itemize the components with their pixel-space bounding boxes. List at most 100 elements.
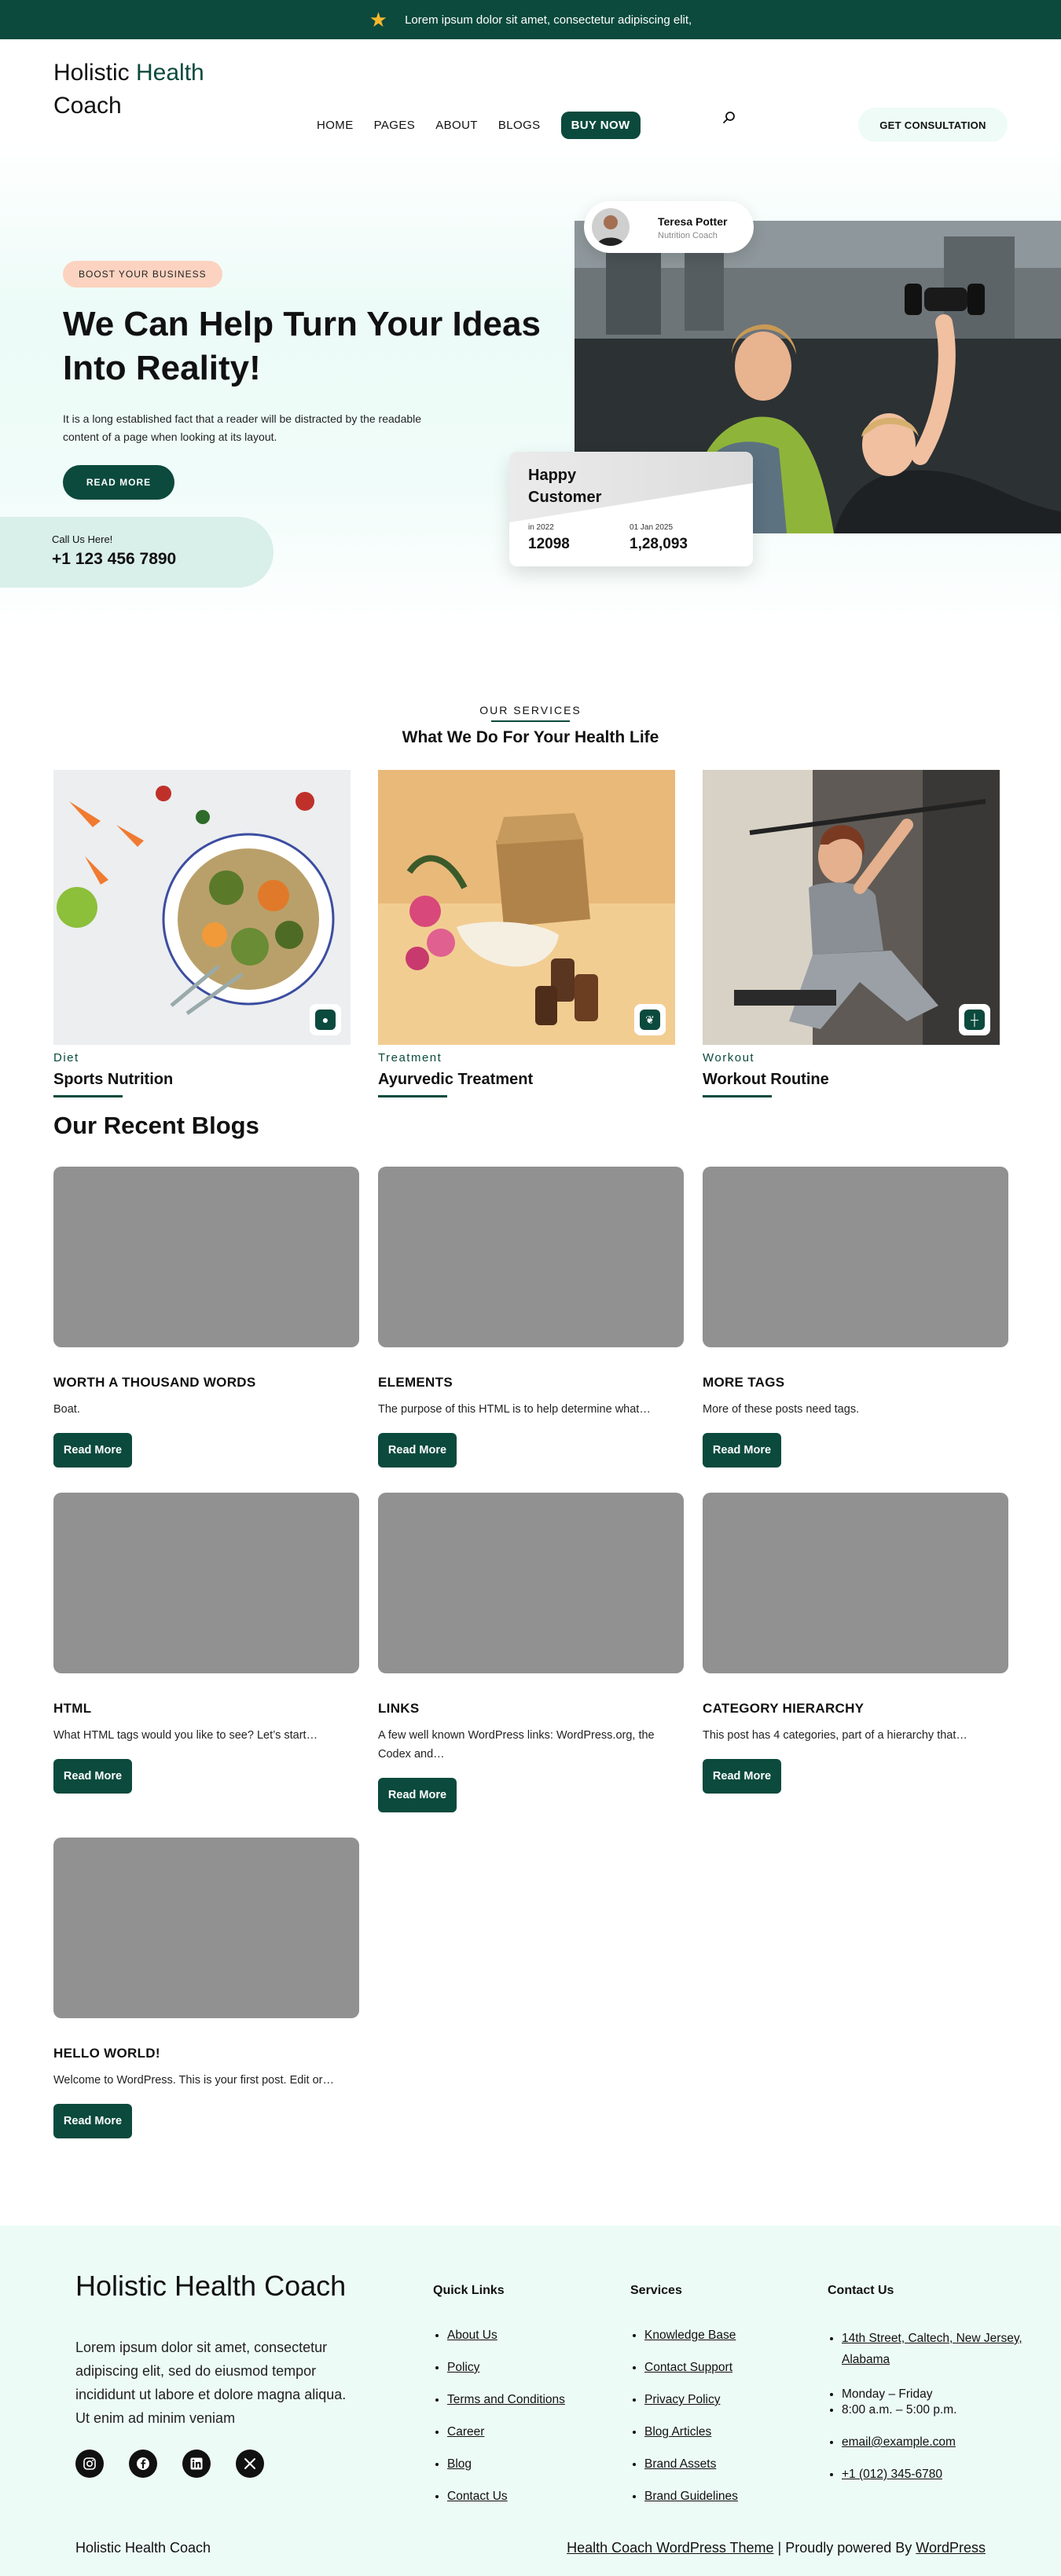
call-phone[interactable]: +1 123 456 7890 — [52, 550, 176, 569]
footer-site-name[interactable]: Holistic Health Coach — [75, 2540, 211, 2556]
blog-thumbnail[interactable] — [703, 1493, 1008, 1673]
footer-services: Services Knowledge Base Contact Support … — [630, 2284, 738, 2521]
blog-excerpt: A few well known WordPress links: WordPr… — [378, 1729, 655, 1761]
footer-link-knowledge-base[interactable]: Knowledge Base — [644, 2329, 736, 2342]
social-links — [75, 2450, 264, 2478]
footer-link-blog-articles[interactable]: Blog Articles — [644, 2425, 711, 2439]
avatar — [592, 208, 630, 246]
stat-label-2025: 01 Jan 2025 — [630, 523, 674, 532]
read-more-button[interactable]: Read More — [53, 1759, 132, 1794]
blog-card[interactable]: LINKS A few well known WordPress links: … — [378, 1493, 684, 1812]
x-icon[interactable] — [236, 2450, 264, 2478]
list-item: Career — [447, 2424, 565, 2440]
blog-excerpt: Welcome to WordPress. This is your first… — [53, 2074, 334, 2087]
theme-credit-link[interactable]: Health Coach WordPress Theme — [567, 2540, 773, 2556]
get-consultation-button[interactable]: GET CONSULTATION — [858, 108, 1008, 142]
footer-heading: Contact Us — [828, 2284, 894, 2297]
footer-logo[interactable]: Holistic Health Coach — [75, 2270, 346, 2303]
nav-item-pages[interactable]: PAGES — [374, 119, 416, 132]
stat-label-2022: in 2022 — [528, 523, 554, 532]
footer-link-career[interactable]: Career — [447, 2425, 484, 2439]
blog-thumbnail[interactable] — [53, 1167, 359, 1347]
blog-thumbnail[interactable] — [703, 1167, 1008, 1347]
footer-link-brand-assets[interactable]: Brand Assets — [644, 2457, 716, 2471]
footer-link-terms[interactable]: Terms and Conditions — [447, 2393, 565, 2406]
site-header: Holistic Health Coach HOME PAGES ABOUT B… — [0, 39, 1061, 142]
footer-heading: Quick Links — [433, 2284, 505, 2297]
services-section: OUR SERVICES What We Do For Your Health … — [0, 628, 1061, 1116]
service-underline — [378, 1095, 447, 1097]
logo-text-accent: Health — [136, 60, 204, 86]
footer-link-policy[interactable]: Policy — [447, 2361, 479, 2374]
list-item: Blog — [447, 2457, 565, 2472]
nav-item-blogs[interactable]: BLOGS — [498, 119, 541, 132]
main-nav: HOME PAGES ABOUT BLOGS BUY NOW — [317, 112, 641, 139]
blog-title[interactable]: CATEGORY HIERARCHY — [703, 1701, 1008, 1717]
happy-customer-card: Happy Customer in 2022 12098 01 Jan 2025… — [509, 452, 753, 566]
footer-contact: Contact Us 14th Street, Caltech, New Jer… — [828, 2284, 1024, 2499]
service-image-nutrition: ● — [53, 770, 351, 1045]
buy-now-button[interactable]: BUY NOW — [560, 112, 641, 139]
blog-thumbnail[interactable] — [53, 1493, 359, 1673]
list-item: Brand Assets — [644, 2457, 738, 2472]
read-more-button[interactable]: Read More — [53, 2104, 132, 2138]
footer-link-contact-support[interactable]: Contact Support — [644, 2361, 732, 2374]
happy-customer-title: Happy Customer — [528, 467, 602, 506]
footer-link-about-us[interactable]: About Us — [447, 2329, 497, 2342]
blog-thumbnail[interactable] — [53, 1838, 359, 2018]
footer-phone-link[interactable]: +1 (012) 345-6780 — [842, 2468, 942, 2481]
blog-card[interactable]: ELEMENTS The purpose of this HTML is to … — [378, 1167, 684, 1468]
blog-title[interactable]: LINKS — [378, 1701, 684, 1717]
blog-card[interactable]: HTML What HTML tags would you like to se… — [53, 1493, 359, 1794]
logo-text-part2: Coach — [53, 93, 122, 119]
facebook-icon[interactable] — [129, 2450, 157, 2478]
site-logo[interactable]: Holistic Health Coach — [53, 57, 204, 123]
blog-thumbnail[interactable] — [378, 1167, 684, 1347]
footer-address-link[interactable]: 14th Street, Caltech, New Jersey, Alabam… — [842, 2332, 1022, 2366]
blog-card[interactable]: MORE TAGS More of these posts need tags.… — [703, 1167, 1008, 1468]
coach-profile-card[interactable]: Teresa Potter Nutrition Coach — [584, 201, 754, 253]
wordpress-link[interactable]: WordPress — [916, 2540, 986, 2556]
services-kicker: OUR SERVICES — [479, 704, 582, 716]
service-card-workout[interactable]: ┼ Workout Workout Routine — [703, 770, 1000, 1097]
blog-card[interactable]: WORTH A THOUSAND WORDS Boat. Read More — [53, 1167, 359, 1468]
hero-section: BOOST YOUR BUSINESS We Can Help Turn You… — [0, 141, 1061, 628]
apple-icon: ● — [310, 1004, 341, 1035]
blog-thumbnail[interactable] — [378, 1493, 684, 1673]
list-item: Monday – Friday — [842, 2387, 1024, 2402]
hero-text: It is a long established fact that a rea… — [63, 412, 422, 443]
footer-link-contact-us[interactable]: Contact Us — [447, 2490, 508, 2503]
services-kicker-underline — [491, 720, 570, 722]
blog-title[interactable]: MORE TAGS — [703, 1375, 1008, 1391]
read-more-button[interactable]: Read More — [378, 1778, 457, 1812]
linkedin-icon[interactable] — [182, 2450, 211, 2478]
search-icon[interactable] — [722, 111, 736, 125]
blog-card[interactable]: CATEGORY HIERARCHY This post has 4 categ… — [703, 1493, 1008, 1794]
blog-title[interactable]: HELLO WORLD! — [53, 2046, 359, 2061]
footer-email-link[interactable]: email@example.com — [842, 2435, 956, 2449]
read-more-button[interactable]: Read More — [53, 1433, 132, 1468]
read-more-button[interactable]: Read More — [703, 1433, 781, 1468]
read-more-button[interactable]: Read More — [703, 1759, 781, 1794]
read-more-button[interactable]: Read More — [378, 1433, 457, 1468]
footer-hours-time: 8:00 a.m. – 5:00 p.m. — [842, 2403, 957, 2417]
nav-item-about[interactable]: ABOUT — [435, 119, 478, 132]
dumbbell-icon: ┼ — [959, 1004, 990, 1035]
blog-title[interactable]: WORTH A THOUSAND WORDS — [53, 1375, 359, 1391]
coach-name: Teresa Potter — [658, 215, 728, 228]
blog-title[interactable]: HTML — [53, 1701, 359, 1717]
service-name: Workout Routine — [703, 1071, 829, 1088]
hero-read-more-button[interactable]: READ MORE — [63, 465, 174, 500]
list-item: Privacy Policy — [644, 2392, 738, 2408]
instagram-icon[interactable] — [75, 2450, 104, 2478]
nav-item-home[interactable]: HOME — [317, 119, 354, 132]
list-item: Terms and Conditions — [447, 2392, 565, 2408]
service-card-ayurvedic[interactable]: ❦ Treatment Ayurvedic Treatment — [378, 770, 675, 1097]
footer-link-blog[interactable]: Blog — [447, 2457, 472, 2471]
footer-link-privacy-policy[interactable]: Privacy Policy — [644, 2393, 720, 2406]
blog-card[interactable]: HELLO WORLD! Welcome to WordPress. This … — [53, 1838, 359, 2138]
footer-link-brand-guidelines[interactable]: Brand Guidelines — [644, 2490, 738, 2503]
service-card-nutrition[interactable]: ● Diet Sports Nutrition — [53, 770, 351, 1097]
blog-title[interactable]: ELEMENTS — [378, 1375, 684, 1391]
credit-separator: | Proudly powered By — [773, 2540, 916, 2556]
